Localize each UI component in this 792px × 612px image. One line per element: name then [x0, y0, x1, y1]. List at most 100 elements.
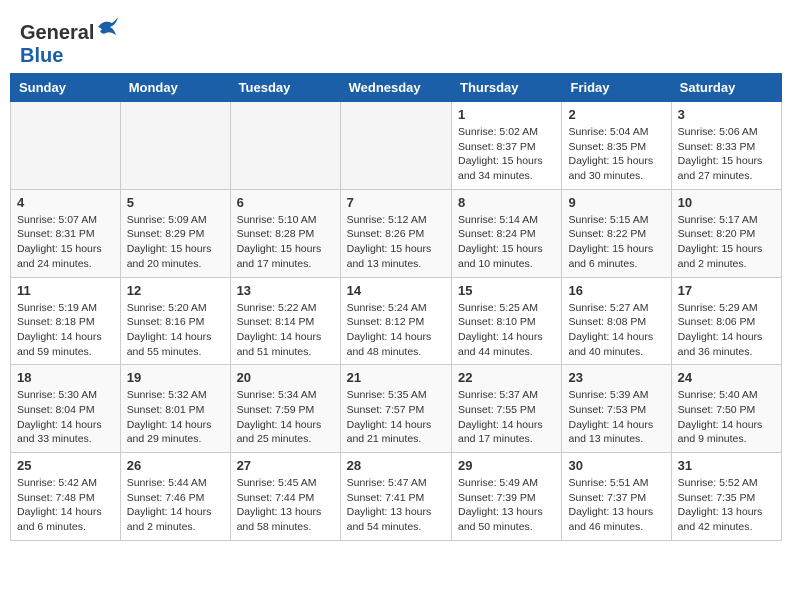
weekday-friday: Friday	[562, 74, 671, 102]
day-number: 26	[127, 458, 224, 473]
day-info: Sunrise: 5:44 AM Sunset: 7:46 PM Dayligh…	[127, 476, 224, 535]
day-info: Sunrise: 5:14 AM Sunset: 8:24 PM Dayligh…	[458, 213, 555, 272]
day-number: 15	[458, 283, 555, 298]
day-info: Sunrise: 5:27 AM Sunset: 8:08 PM Dayligh…	[568, 301, 664, 360]
calendar-week-3: 11Sunrise: 5:19 AM Sunset: 8:18 PM Dayli…	[11, 277, 782, 365]
calendar-cell: 11Sunrise: 5:19 AM Sunset: 8:18 PM Dayli…	[11, 277, 121, 365]
weekday-sunday: Sunday	[11, 74, 121, 102]
calendar-cell: 21 Sunrise: 5:35 AM Sunset: 7:57 PM Dayli…	[340, 365, 451, 453]
calendar-cell: 4 Sunrise: 5:07 AM Sunset: 8:31 PM Daylig…	[11, 189, 121, 277]
day-number: 22	[458, 370, 555, 385]
header: General Blue	[0, 0, 792, 73]
day-number: 10	[678, 195, 775, 210]
calendar-table: SundayMondayTuesdayWednesdayThursdayFrid…	[10, 73, 782, 541]
calendar-body: 1 Sunrise: 5:02 AM Sunset: 8:37 PM Daylig…	[11, 102, 782, 541]
day-info: Sunrise: 5:19 AM Sunset: 8:18 PM Dayligh…	[17, 301, 114, 360]
weekday-header-row: SundayMondayTuesdayWednesdayThursdayFrid…	[11, 74, 782, 102]
day-number: 4	[17, 195, 114, 210]
day-number: 31	[678, 458, 775, 473]
day-number: 14	[347, 283, 445, 298]
day-number: 7	[347, 195, 445, 210]
weekday-thursday: Thursday	[452, 74, 562, 102]
day-info: Sunrise: 5:37 AM Sunset: 7:55 PM Dayligh…	[458, 388, 555, 447]
day-info: Sunrise: 5:39 AM Sunset: 7:53 PM Dayligh…	[568, 388, 664, 447]
day-number: 16	[568, 283, 664, 298]
day-number: 9	[568, 195, 664, 210]
day-info: Sunrise: 5:17 AM Sunset: 8:20 PM Dayligh…	[678, 213, 775, 272]
day-info: Sunrise: 5:29 AM Sunset: 8:06 PM Dayligh…	[678, 301, 775, 360]
day-number: 18	[17, 370, 114, 385]
day-info: Sunrise: 5:25 AM Sunset: 8:10 PM Dayligh…	[458, 301, 555, 360]
day-info: Sunrise: 5:15 AM Sunset: 8:22 PM Dayligh…	[568, 213, 664, 272]
logo-bird-icon	[96, 15, 120, 39]
calendar-cell: 28Sunrise: 5:47 AM Sunset: 7:41 PM Dayli…	[340, 453, 451, 541]
logo-blue: Blue	[20, 45, 63, 67]
calendar-week-4: 18 Sunrise: 5:30 AM Sunset: 8:04 PM Dayli…	[11, 365, 782, 453]
calendar-week-5: 25 Sunrise: 5:42 AM Sunset: 7:48 PM Dayli…	[11, 453, 782, 541]
day-info: Sunrise: 5:42 AM Sunset: 7:48 PM Dayligh…	[17, 476, 114, 535]
calendar-cell: 8 Sunrise: 5:14 AM Sunset: 8:24 PM Daylig…	[452, 189, 562, 277]
calendar-cell: 10 Sunrise: 5:17 AM Sunset: 8:20 PM Dayli…	[671, 189, 781, 277]
day-info: Sunrise: 5:12 AM Sunset: 8:26 PM Dayligh…	[347, 213, 445, 272]
calendar-cell: 19 Sunrise: 5:32 AM Sunset: 8:01 PM Dayli…	[120, 365, 230, 453]
day-info: Sunrise: 5:06 AM Sunset: 8:33 PM Dayligh…	[678, 125, 775, 184]
day-info: Sunrise: 5:40 AM Sunset: 7:50 PM Dayligh…	[678, 388, 775, 447]
calendar-cell: 7 Sunrise: 5:12 AM Sunset: 8:26 PM Daylig…	[340, 189, 451, 277]
day-info: Sunrise: 5:45 AM Sunset: 7:44 PM Dayligh…	[237, 476, 334, 535]
calendar-cell: 24 Sunrise: 5:40 AM Sunset: 7:50 PM Dayli…	[671, 365, 781, 453]
day-info: Sunrise: 5:07 AM Sunset: 8:31 PM Dayligh…	[17, 213, 114, 272]
day-number: 24	[678, 370, 775, 385]
calendar-cell: 5Sunrise: 5:09 AM Sunset: 8:29 PM Daylig…	[120, 189, 230, 277]
logo-text: General Blue	[20, 15, 120, 68]
weekday-tuesday: Tuesday	[230, 74, 340, 102]
day-info: Sunrise: 5:24 AM Sunset: 8:12 PM Dayligh…	[347, 301, 445, 360]
calendar-cell: 22 Sunrise: 5:37 AM Sunset: 7:55 PM Dayli…	[452, 365, 562, 453]
day-number: 23	[568, 370, 664, 385]
day-info: Sunrise: 5:02 AM Sunset: 8:37 PM Dayligh…	[458, 125, 555, 184]
calendar-cell	[230, 102, 340, 190]
day-number: 13	[237, 283, 334, 298]
calendar-cell: 3 Sunrise: 5:06 AM Sunset: 8:33 PM Daylig…	[671, 102, 781, 190]
weekday-monday: Monday	[120, 74, 230, 102]
day-number: 28	[347, 458, 445, 473]
calendar-cell	[11, 102, 121, 190]
day-number: 27	[237, 458, 334, 473]
calendar-cell: 18 Sunrise: 5:30 AM Sunset: 8:04 PM Dayli…	[11, 365, 121, 453]
day-number: 3	[678, 107, 775, 122]
calendar-header: SundayMondayTuesdayWednesdayThursdayFrid…	[11, 74, 782, 102]
day-number: 12	[127, 283, 224, 298]
day-info: Sunrise: 5:22 AM Sunset: 8:14 PM Dayligh…	[237, 301, 334, 360]
calendar-cell	[340, 102, 451, 190]
day-number: 1	[458, 107, 555, 122]
day-number: 20	[237, 370, 334, 385]
day-info: Sunrise: 5:09 AM Sunset: 8:29 PM Dayligh…	[127, 213, 224, 272]
day-info: Sunrise: 5:30 AM Sunset: 8:04 PM Dayligh…	[17, 388, 114, 447]
day-number: 21	[347, 370, 445, 385]
day-number: 19	[127, 370, 224, 385]
day-number: 30	[568, 458, 664, 473]
calendar-cell: 25 Sunrise: 5:42 AM Sunset: 7:48 PM Dayli…	[11, 453, 121, 541]
day-number: 17	[678, 283, 775, 298]
calendar-cell: 16 Sunrise: 5:27 AM Sunset: 8:08 PM Dayli…	[562, 277, 671, 365]
day-info: Sunrise: 5:51 AM Sunset: 7:37 PM Dayligh…	[568, 476, 664, 535]
day-number: 25	[17, 458, 114, 473]
day-info: Sunrise: 5:04 AM Sunset: 8:35 PM Dayligh…	[568, 125, 664, 184]
calendar-cell: 31 Sunrise: 5:52 AM Sunset: 7:35 PM Dayli…	[671, 453, 781, 541]
day-info: Sunrise: 5:32 AM Sunset: 8:01 PM Dayligh…	[127, 388, 224, 447]
weekday-wednesday: Wednesday	[340, 74, 451, 102]
calendar-cell: 2 Sunrise: 5:04 AM Sunset: 8:35 PM Daylig…	[562, 102, 671, 190]
calendar-week-1: 1 Sunrise: 5:02 AM Sunset: 8:37 PM Daylig…	[11, 102, 782, 190]
logo-general: General	[20, 22, 94, 44]
day-info: Sunrise: 5:49 AM Sunset: 7:39 PM Dayligh…	[458, 476, 555, 535]
day-info: Sunrise: 5:20 AM Sunset: 8:16 PM Dayligh…	[127, 301, 224, 360]
calendar-cell	[120, 102, 230, 190]
calendar-cell: 26 Sunrise: 5:44 AM Sunset: 7:46 PM Dayli…	[120, 453, 230, 541]
day-info: Sunrise: 5:52 AM Sunset: 7:35 PM Dayligh…	[678, 476, 775, 535]
calendar-wrapper: SundayMondayTuesdayWednesdayThursdayFrid…	[0, 73, 792, 551]
day-number: 2	[568, 107, 664, 122]
calendar-cell: 29Sunrise: 5:49 AM Sunset: 7:39 PM Dayli…	[452, 453, 562, 541]
day-info: Sunrise: 5:35 AM Sunset: 7:57 PM Dayligh…	[347, 388, 445, 447]
day-info: Sunrise: 5:34 AM Sunset: 7:59 PM Dayligh…	[237, 388, 334, 447]
day-number: 8	[458, 195, 555, 210]
calendar-cell: 15 Sunrise: 5:25 AM Sunset: 8:10 PM Dayli…	[452, 277, 562, 365]
